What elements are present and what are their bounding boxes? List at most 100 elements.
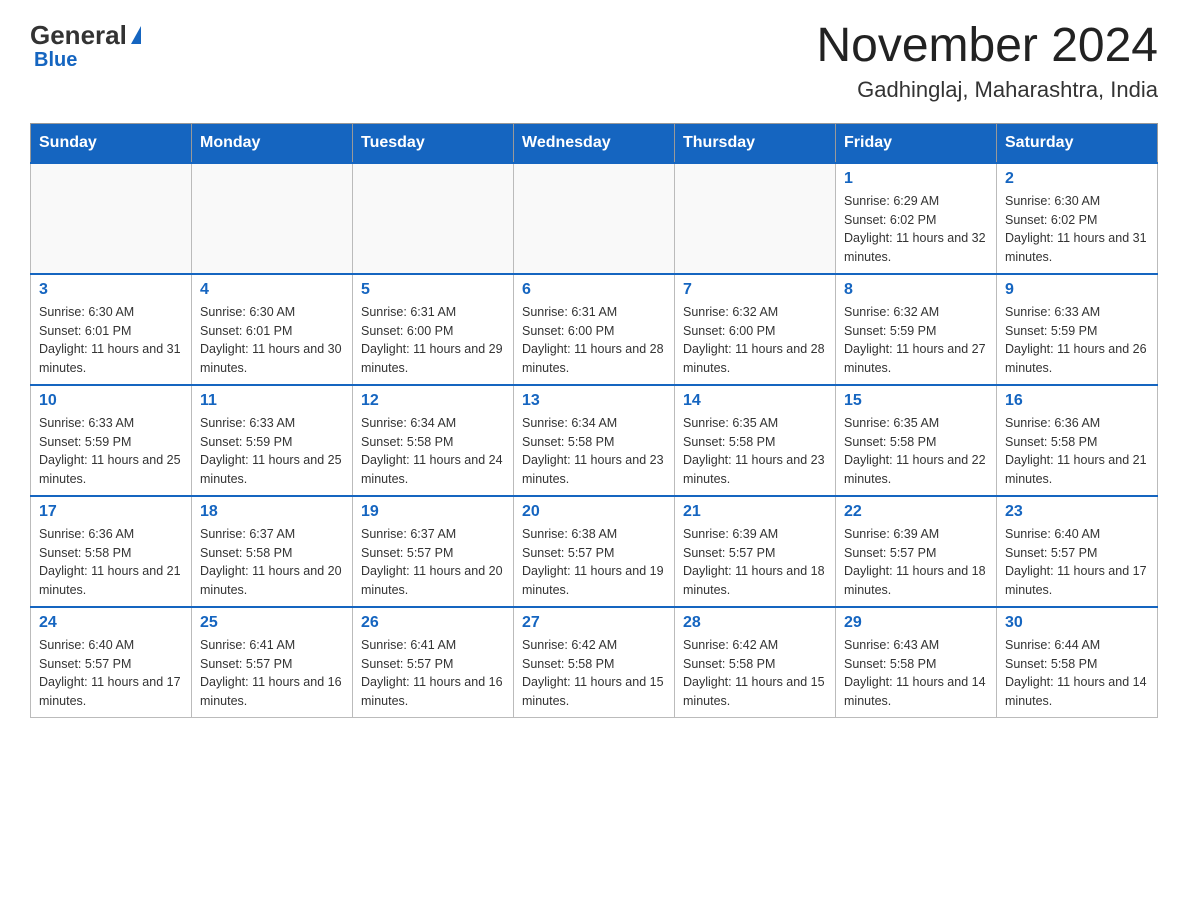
day-info: Sunrise: 6:37 AMSunset: 5:57 PMDaylight:… — [361, 525, 505, 600]
day-info: Sunrise: 6:37 AMSunset: 5:58 PMDaylight:… — [200, 525, 344, 600]
day-info: Sunrise: 6:41 AMSunset: 5:57 PMDaylight:… — [361, 636, 505, 711]
day-info: Sunrise: 6:31 AMSunset: 6:00 PMDaylight:… — [361, 303, 505, 378]
day-number: 26 — [361, 614, 505, 632]
calendar-cell: 7 Sunrise: 6:32 AMSunset: 6:00 PMDaylight… — [675, 274, 836, 385]
logo-triangle-icon — [131, 26, 141, 44]
calendar-cell: 16Sunrise: 6:36 AMSunset: 5:58 PMDayligh… — [997, 385, 1158, 496]
calendar-header-row: SundayMondayTuesdayWednesdayThursdayFrid… — [31, 123, 1158, 163]
day-header-saturday: Saturday — [997, 123, 1158, 163]
calendar-cell: 27 Sunrise: 6:42 AMSunset: 5:58 PMDayligh… — [514, 607, 675, 718]
day-info: Sunrise: 6:33 AMSunset: 5:59 PMDaylight:… — [1005, 303, 1149, 378]
day-header-friday: Friday — [836, 123, 997, 163]
day-info: Sunrise: 6:44 AMSunset: 5:58 PMDaylight:… — [1005, 636, 1149, 711]
calendar-week-5: 24Sunrise: 6:40 AMSunset: 5:57 PMDayligh… — [31, 607, 1158, 718]
day-number: 30 — [1005, 614, 1149, 632]
calendar-cell: 18 Sunrise: 6:37 AMSunset: 5:58 PMDayligh… — [192, 496, 353, 607]
month-title: November 2024 — [816, 20, 1158, 73]
day-number: 22 — [844, 503, 988, 521]
calendar-week-2: 3 Sunrise: 6:30 AMSunset: 6:01 PMDaylight… — [31, 274, 1158, 385]
location-title: Gadhinglaj, Maharashtra, India — [816, 77, 1158, 103]
day-info: Sunrise: 6:30 AMSunset: 6:01 PMDaylight:… — [200, 303, 344, 378]
day-info: Sunrise: 6:31 AMSunset: 6:00 PMDaylight:… — [522, 303, 666, 378]
title-section: November 2024 Gadhinglaj, Maharashtra, I… — [816, 20, 1158, 103]
day-info: Sunrise: 6:33 AMSunset: 5:59 PMDaylight:… — [200, 414, 344, 489]
day-info: Sunrise: 6:38 AMSunset: 5:57 PMDaylight:… — [522, 525, 666, 600]
calendar-cell: 8Sunrise: 6:32 AMSunset: 5:59 PMDaylight… — [836, 274, 997, 385]
day-number: 7 — [683, 281, 827, 299]
day-number: 25 — [200, 614, 344, 632]
day-number: 21 — [683, 503, 827, 521]
day-info: Sunrise: 6:42 AMSunset: 5:58 PMDaylight:… — [683, 636, 827, 711]
day-number: 19 — [361, 503, 505, 521]
day-info: Sunrise: 6:35 AMSunset: 5:58 PMDaylight:… — [683, 414, 827, 489]
calendar-cell: 17Sunrise: 6:36 AMSunset: 5:58 PMDayligh… — [31, 496, 192, 607]
day-number: 27 — [522, 614, 666, 632]
calendar-cell: 19 Sunrise: 6:37 AMSunset: 5:57 PMDayligh… — [353, 496, 514, 607]
day-number: 2 — [1005, 170, 1149, 188]
calendar-cell: 25 Sunrise: 6:41 AMSunset: 5:57 PMDayligh… — [192, 607, 353, 718]
day-number: 10 — [39, 392, 183, 410]
calendar-cell: 5Sunrise: 6:31 AMSunset: 6:00 PMDaylight… — [353, 274, 514, 385]
day-info: Sunrise: 6:42 AMSunset: 5:58 PMDaylight:… — [522, 636, 666, 711]
day-number: 9 — [1005, 281, 1149, 299]
calendar-cell: 30 Sunrise: 6:44 AMSunset: 5:58 PMDayligh… — [997, 607, 1158, 718]
calendar-cell: 21Sunrise: 6:39 AMSunset: 5:57 PMDayligh… — [675, 496, 836, 607]
calendar-cell — [353, 163, 514, 274]
day-info: Sunrise: 6:40 AMSunset: 5:57 PMDaylight:… — [1005, 525, 1149, 600]
day-header-tuesday: Tuesday — [353, 123, 514, 163]
day-header-thursday: Thursday — [675, 123, 836, 163]
day-info: Sunrise: 6:43 AMSunset: 5:58 PMDaylight:… — [844, 636, 988, 711]
day-number: 16 — [1005, 392, 1149, 410]
day-number: 3 — [39, 281, 183, 299]
day-info: Sunrise: 6:30 AMSunset: 6:02 PMDaylight:… — [1005, 192, 1149, 267]
calendar-cell: 13 Sunrise: 6:34 AMSunset: 5:58 PMDayligh… — [514, 385, 675, 496]
day-number: 23 — [1005, 503, 1149, 521]
day-info: Sunrise: 6:41 AMSunset: 5:57 PMDaylight:… — [200, 636, 344, 711]
day-info: Sunrise: 6:29 AMSunset: 6:02 PMDaylight:… — [844, 192, 988, 267]
day-number: 13 — [522, 392, 666, 410]
calendar-cell: 20Sunrise: 6:38 AMSunset: 5:57 PMDayligh… — [514, 496, 675, 607]
day-header-wednesday: Wednesday — [514, 123, 675, 163]
calendar-cell: 15 Sunrise: 6:35 AMSunset: 5:58 PMDayligh… — [836, 385, 997, 496]
day-number: 29 — [844, 614, 988, 632]
calendar-cell: 3Sunrise: 6:30 AMSunset: 6:01 PMDaylight… — [31, 274, 192, 385]
calendar-cell — [675, 163, 836, 274]
day-info: Sunrise: 6:34 AMSunset: 5:58 PMDaylight:… — [361, 414, 505, 489]
day-number: 18 — [200, 503, 344, 521]
day-number: 24 — [39, 614, 183, 632]
calendar-cell: 23 Sunrise: 6:40 AMSunset: 5:57 PMDayligh… — [997, 496, 1158, 607]
day-number: 6 — [522, 281, 666, 299]
calendar-week-3: 10 Sunrise: 6:33 AMSunset: 5:59 PMDayligh… — [31, 385, 1158, 496]
calendar-cell: 29 Sunrise: 6:43 AMSunset: 5:58 PMDayligh… — [836, 607, 997, 718]
logo-general: General — [30, 20, 127, 51]
day-info: Sunrise: 6:34 AMSunset: 5:58 PMDaylight:… — [522, 414, 666, 489]
calendar-table: SundayMondayTuesdayWednesdayThursdayFrid… — [30, 123, 1158, 718]
calendar-cell: 11 Sunrise: 6:33 AMSunset: 5:59 PMDayligh… — [192, 385, 353, 496]
day-number: 12 — [361, 392, 505, 410]
calendar-cell: 24Sunrise: 6:40 AMSunset: 5:57 PMDayligh… — [31, 607, 192, 718]
day-header-sunday: Sunday — [31, 123, 192, 163]
page-header: General Blue November 2024 Gadhinglaj, M… — [30, 20, 1158, 103]
logo: General Blue — [30, 20, 141, 72]
day-number: 11 — [200, 392, 344, 410]
calendar-cell: 12 Sunrise: 6:34 AMSunset: 5:58 PMDayligh… — [353, 385, 514, 496]
calendar-cell: 4 Sunrise: 6:30 AMSunset: 6:01 PMDaylight… — [192, 274, 353, 385]
calendar-cell: 1 Sunrise: 6:29 AMSunset: 6:02 PMDaylight… — [836, 163, 997, 274]
calendar-cell: 14Sunrise: 6:35 AMSunset: 5:58 PMDayligh… — [675, 385, 836, 496]
calendar-week-1: 1 Sunrise: 6:29 AMSunset: 6:02 PMDaylight… — [31, 163, 1158, 274]
day-number: 15 — [844, 392, 988, 410]
day-info: Sunrise: 6:35 AMSunset: 5:58 PMDaylight:… — [844, 414, 988, 489]
calendar-cell: 22Sunrise: 6:39 AMSunset: 5:57 PMDayligh… — [836, 496, 997, 607]
day-info: Sunrise: 6:32 AMSunset: 6:00 PMDaylight:… — [683, 303, 827, 378]
day-info: Sunrise: 6:36 AMSunset: 5:58 PMDaylight:… — [39, 525, 183, 600]
day-number: 28 — [683, 614, 827, 632]
calendar-cell: 26 Sunrise: 6:41 AMSunset: 5:57 PMDayligh… — [353, 607, 514, 718]
day-number: 4 — [200, 281, 344, 299]
day-header-monday: Monday — [192, 123, 353, 163]
day-number: 8 — [844, 281, 988, 299]
day-number: 1 — [844, 170, 988, 188]
calendar-cell — [192, 163, 353, 274]
calendar-week-4: 17Sunrise: 6:36 AMSunset: 5:58 PMDayligh… — [31, 496, 1158, 607]
calendar-cell: 2 Sunrise: 6:30 AMSunset: 6:02 PMDaylight… — [997, 163, 1158, 274]
day-info: Sunrise: 6:33 AMSunset: 5:59 PMDaylight:… — [39, 414, 183, 489]
